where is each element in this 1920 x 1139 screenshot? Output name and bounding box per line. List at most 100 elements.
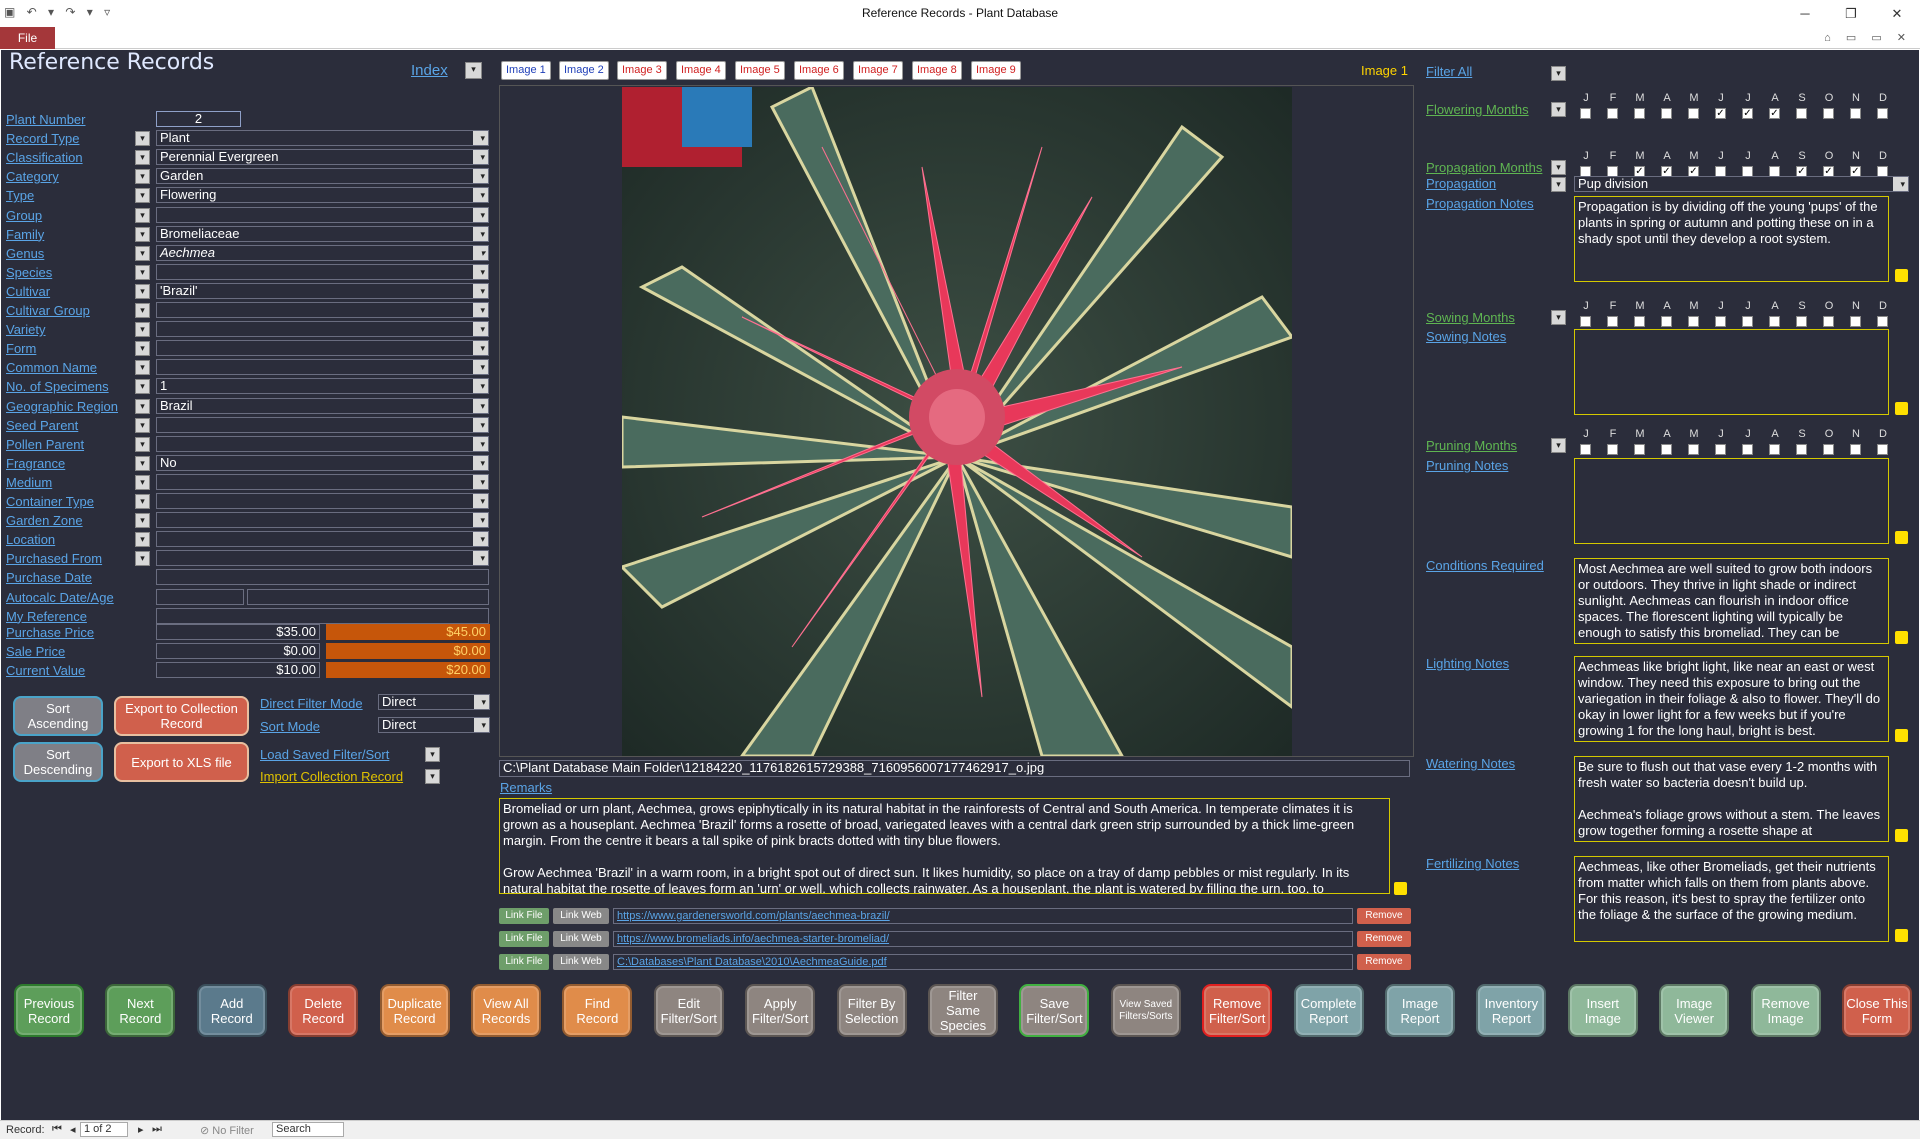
month-checkbox[interactable] [1877, 108, 1888, 119]
propagation-filter-button[interactable]: ▾ [1551, 177, 1566, 192]
lighting-field[interactable]: Aechmeas like bright light, like near an… [1574, 656, 1889, 742]
field-label[interactable]: My Reference [6, 609, 87, 624]
direct-filter-mode-label[interactable]: Direct Filter Mode [260, 696, 363, 711]
field-label[interactable]: Family [6, 227, 44, 242]
pruning_months-filter-button[interactable]: ▾ [1551, 438, 1566, 453]
field-label[interactable]: Cultivar Group [6, 303, 90, 318]
field-combo[interactable]: ▾ [156, 550, 489, 567]
field-combo[interactable]: ▾ [156, 359, 489, 376]
price-label[interactable]: Current Value [6, 663, 85, 678]
field-filter-button[interactable]: ▾ [135, 341, 150, 357]
price-calc-field[interactable]: $0.00 [326, 643, 490, 659]
month-checkbox[interactable] [1688, 444, 1699, 455]
image-tab-1[interactable]: Image 1 [501, 61, 551, 80]
watering-field[interactable]: Be sure to flush out that vase every 1-2… [1574, 756, 1889, 842]
duplicate-record-button[interactable]: Duplicate Record [379, 984, 450, 1037]
chevron-down-icon[interactable]: ▾ [480, 551, 485, 565]
chevron-down-icon[interactable]: ▾ [480, 169, 485, 183]
inventory-report-button[interactable]: Inventory Report [1476, 984, 1547, 1037]
close-icon[interactable]: ✕ [1874, 0, 1920, 27]
first-record-icon[interactable]: ⏮ [52, 1123, 62, 1136]
link-file-button[interactable]: Link File [499, 931, 549, 947]
field-label[interactable]: Purchased From [6, 551, 102, 566]
index-label[interactable]: Index [411, 62, 448, 79]
pruning_months-label[interactable]: Pruning Months [1426, 438, 1517, 453]
month-checkbox[interactable]: ✓ [1715, 108, 1726, 119]
field-text[interactable] [156, 569, 489, 586]
plant-number-field[interactable]: 2 [156, 111, 241, 127]
month-checkbox[interactable] [1823, 108, 1834, 119]
field-combo[interactable]: ▾ [156, 321, 489, 338]
chevron-down-icon[interactable]: ▾ [480, 360, 485, 374]
autocalc-age-field[interactable] [247, 588, 489, 605]
filter-by-selection-button[interactable]: Filter By Selection [836, 984, 907, 1037]
month-checkbox[interactable] [1877, 316, 1888, 327]
conditions-field[interactable]: Most Aechmea are well suited to grow bot… [1574, 558, 1889, 644]
filter-all-button[interactable]: ▾ [1551, 66, 1566, 81]
field-label[interactable]: Location [6, 532, 55, 547]
watering-label[interactable]: Watering Notes [1426, 756, 1515, 771]
field-combo[interactable]: No ▾ [156, 454, 489, 471]
field-label[interactable]: Group [6, 208, 42, 223]
image-tab-2[interactable]: Image 2 [559, 61, 609, 80]
month-checkbox[interactable] [1607, 108, 1618, 119]
field-combo[interactable]: Plant ▾ [156, 130, 489, 147]
field-combo[interactable]: 1 ▾ [156, 378, 489, 395]
propagation_months-label[interactable]: Propagation Months [1426, 160, 1542, 175]
field-filter-button[interactable]: ▾ [135, 513, 150, 529]
fertilizing-label[interactable]: Fertilizing Notes [1426, 856, 1519, 871]
chevron-down-icon[interactable]: ▾ [480, 246, 485, 260]
complete-report-button[interactable]: Complete Report [1293, 984, 1364, 1037]
insert-image-button[interactable]: Insert Image [1567, 984, 1638, 1037]
view-all-records-button[interactable]: View All Records [471, 984, 541, 1037]
chevron-down-icon[interactable]: ▾ [480, 494, 485, 508]
field-label[interactable]: Type [6, 188, 34, 203]
chevron-down-icon[interactable]: ▾ [480, 131, 485, 145]
add-record-button[interactable]: Add Record [196, 984, 267, 1037]
sowing_months-label[interactable]: Sowing Months [1426, 310, 1515, 325]
propagation-label[interactable]: Propagation [1426, 176, 1496, 191]
month-checkbox[interactable] [1580, 108, 1591, 119]
month-checkbox[interactable] [1715, 316, 1726, 327]
link-web-button[interactable]: Link Web [553, 954, 609, 970]
chevron-down-icon[interactable]: ▾ [480, 532, 485, 546]
filter-same-species-button[interactable]: Filter Same Species [928, 984, 998, 1037]
field-combo[interactable]: Perennial Evergreen ▾ [156, 149, 489, 166]
remarks-field[interactable]: Bromeliad or urn plant, Aechmea, grows e… [499, 798, 1390, 894]
delete-record-button[interactable]: Delete Record [288, 984, 359, 1037]
image-tab-5[interactable]: Image 5 [735, 61, 785, 80]
chevron-down-icon[interactable]: ▾ [480, 150, 485, 164]
edit-filter-sort-button[interactable]: Edit Filter/Sort [653, 984, 724, 1037]
sowing_months-filter-button[interactable]: ▾ [1551, 310, 1566, 325]
field-label[interactable]: Geographic Region [6, 399, 118, 414]
link-url-field[interactable]: https://www.gardenersworld.com/plants/ae… [613, 908, 1353, 924]
field-filter-button[interactable]: ▾ [135, 264, 150, 280]
month-checkbox[interactable] [1850, 316, 1861, 327]
field-combo[interactable]: ▾ [156, 302, 489, 318]
field-label[interactable]: Genus [6, 246, 44, 261]
month-checkbox[interactable] [1796, 316, 1807, 327]
lighting-label[interactable]: Lighting Notes [1426, 656, 1509, 671]
field-combo[interactable]: ▾ [156, 206, 489, 223]
link-file-button[interactable]: Link File [499, 954, 549, 970]
field-label[interactable]: Autocalc Date/Age [6, 590, 114, 605]
image-tab-8[interactable]: Image 8 [912, 61, 962, 80]
month-checkbox[interactable] [1823, 316, 1834, 327]
link-url-field[interactable]: https://www.bromeliads.info/aechmea-star… [613, 931, 1353, 947]
field-filter-button[interactable]: ▾ [135, 245, 150, 261]
propagation_notes-zoom-button[interactable] [1895, 269, 1908, 282]
pruning_notes-field[interactable] [1574, 458, 1889, 544]
field-filter-button[interactable]: ▾ [135, 360, 150, 376]
next-record-icon[interactable]: ▸ [138, 1123, 144, 1136]
link-web-button[interactable]: Link Web [553, 908, 609, 924]
chevron-down-icon[interactable]: ▾ [481, 718, 486, 732]
chevron-down-icon[interactable]: ▾ [480, 341, 485, 355]
month-checkbox[interactable] [1607, 316, 1618, 327]
flowering-label[interactable]: Flowering Months [1426, 102, 1529, 117]
field-combo[interactable]: ▾ [156, 512, 489, 529]
month-checkbox[interactable] [1877, 444, 1888, 455]
flowering-filter-button[interactable]: ▾ [1551, 102, 1566, 117]
pruning_notes-label[interactable]: Pruning Notes [1426, 458, 1508, 473]
month-checkbox[interactable] [1769, 444, 1780, 455]
no-filter-indicator[interactable]: ⊘ No Filter [200, 1124, 254, 1137]
